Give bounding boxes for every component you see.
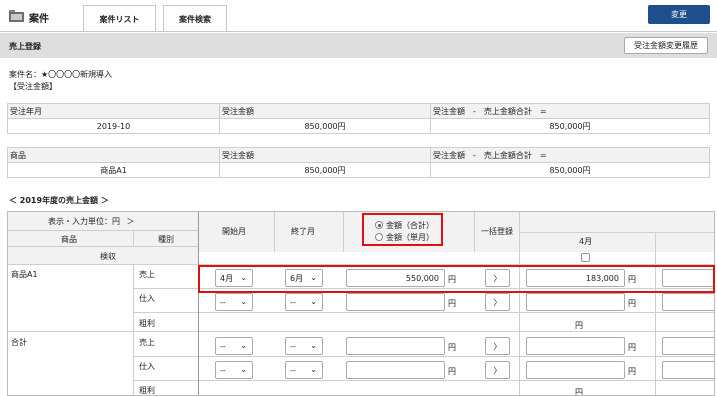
row-type: 仕入 <box>139 294 155 303</box>
bulk-register-button[interactable]: 〉 <box>485 361 510 379</box>
row-type: 粗利 <box>139 386 155 395</box>
section-title: 売上登録 <box>9 42 41 51</box>
inspection-checkbox[interactable] <box>581 253 590 262</box>
product-summary-table: 商品 受注金額 受注金額 - 売上金額合計 = 商品A1 850,000円 85… <box>7 147 710 178</box>
column-product: 商品 <box>61 235 77 244</box>
row-type: 売上 <box>139 338 155 347</box>
chevron-down-icon: ⌄ <box>310 273 317 282</box>
tab-case-search[interactable]: 案件検索 <box>163 5 227 32</box>
folder-icon <box>9 10 24 22</box>
header-order-amount: 受注金額 <box>219 147 431 163</box>
header-order-month: 受注年月 <box>7 103 220 119</box>
gross-profit-value: 円 <box>575 388 583 396</box>
column-type: 種別 <box>158 235 174 244</box>
divider <box>0 31 717 32</box>
end-month-select[interactable]: 6月 ⌄ <box>285 269 323 287</box>
chevron-down-icon: ⌄ <box>240 297 247 306</box>
row-type: 売上 <box>139 270 155 279</box>
yen-unit: 円 <box>628 299 636 308</box>
tab-case-list[interactable]: 案件リスト <box>83 5 156 32</box>
group-name: 商品A1 <box>11 270 38 279</box>
bulk-register-button[interactable]: 〉 <box>485 293 510 311</box>
header-remaining: 受注金額 - 売上金額合計 = <box>430 103 710 119</box>
product-name-value: 商品A1 <box>7 162 220 178</box>
order-history-button[interactable]: 受注金額変更履歴 <box>624 37 708 54</box>
column-bulk-register: 一括登録 <box>481 227 513 236</box>
product-amount-value: 850,000円 <box>219 162 431 178</box>
yen-unit: 円 <box>628 367 636 376</box>
radio-total[interactable] <box>375 221 383 229</box>
yen-unit: 円 <box>448 343 456 352</box>
order-summary-table: 受注年月 受注金額 受注金額 - 売上金額合計 = 2019-10 850,00… <box>7 103 710 134</box>
product-remaining-value: 850,000円 <box>430 162 710 178</box>
year-navigation: ＜ 2019年度の売上金額 ＞ <box>9 195 109 206</box>
month-amount-input[interactable] <box>526 361 625 379</box>
bulk-register-button[interactable]: 〉 <box>485 337 510 355</box>
bulk-register-button[interactable]: 〉 <box>485 269 510 287</box>
order-month-value: 2019-10 <box>7 118 220 134</box>
column-end-month: 終了月 <box>291 227 315 236</box>
row-type: 粗利 <box>139 319 155 328</box>
order-amount-label: 【受注金額】 <box>9 82 57 91</box>
amount-input[interactable] <box>346 337 445 355</box>
radio-total-label: 金額（合計） <box>386 221 434 230</box>
section-header: 売上登録 受注金額変更履歴 <box>0 33 717 58</box>
group-name: 合計 <box>11 338 27 347</box>
next-year-button[interactable]: ＞ <box>101 196 109 205</box>
amount-input[interactable]: 550,000 <box>346 269 445 287</box>
chevron-down-icon: ⌄ <box>310 341 317 350</box>
amount-input[interactable] <box>346 293 445 311</box>
end-month-select[interactable]: -- ⌄ <box>285 337 323 355</box>
yen-unit: 円 <box>628 275 636 284</box>
chevron-down-icon: ⌄ <box>240 341 247 350</box>
header-remaining: 受注金額 - 売上金額合計 = <box>430 147 710 163</box>
start-month-select[interactable]: -- ⌄ <box>215 293 253 311</box>
month-amount-input[interactable] <box>526 293 625 311</box>
top-bar: 案件 案件リスト 案件検索 変更 <box>0 0 717 32</box>
year-label: 2019年度の売上金額 <box>19 196 99 205</box>
order-amount-value: 850,000円 <box>219 118 431 134</box>
chevron-down-icon: ⌄ <box>310 297 317 306</box>
month-amount-input[interactable] <box>662 293 714 311</box>
sales-grid: 表示・入力単位：円 ＞ 商品 種別 検収 開始月 終了月 金額（合計） 金額（単… <box>7 211 715 396</box>
display-unit-label: 表示・入力単位：円 ＞ <box>48 217 135 226</box>
yen-unit: 円 <box>448 275 456 284</box>
chevron-down-icon: ⌄ <box>310 365 317 374</box>
gross-profit-value: 円 <box>575 321 583 330</box>
end-month-select[interactable]: -- ⌄ <box>285 293 323 311</box>
radio-monthly-label: 金額（単月） <box>386 233 434 242</box>
start-month-select[interactable]: -- ⌄ <box>215 361 253 379</box>
start-month-select[interactable]: -- ⌄ <box>215 337 253 355</box>
remaining-value: 850,000円 <box>430 118 710 134</box>
header-order-amount: 受注金額 <box>219 103 431 119</box>
display-unit-arrow[interactable]: ＞ <box>127 217 135 226</box>
app-title: 案件 <box>29 14 49 25</box>
end-month-select[interactable]: -- ⌄ <box>285 361 323 379</box>
column-start-month: 開始月 <box>222 227 246 236</box>
change-button[interactable]: 変更 <box>648 5 710 24</box>
amount-input[interactable] <box>346 361 445 379</box>
yen-unit: 円 <box>628 343 636 352</box>
yen-unit: 円 <box>448 299 456 308</box>
yen-unit: 円 <box>448 367 456 376</box>
row-type: 仕入 <box>139 362 155 371</box>
chevron-down-icon: ⌄ <box>240 273 247 282</box>
radio-monthly[interactable] <box>375 233 383 241</box>
month-amount-input[interactable] <box>662 269 714 287</box>
start-month-select[interactable]: 4月 ⌄ <box>215 269 253 287</box>
chevron-down-icon: ⌄ <box>240 365 247 374</box>
header-product: 商品 <box>7 147 220 163</box>
month-amount-input[interactable] <box>662 337 714 355</box>
column-month-april: 4月 <box>579 237 593 246</box>
case-name: 案件名：★〇〇〇〇新規導入 <box>9 70 113 79</box>
prev-year-button[interactable]: ＜ <box>9 196 17 205</box>
month-amount-input[interactable] <box>662 361 714 379</box>
month-amount-input[interactable] <box>526 337 625 355</box>
inspection-label: 検収 <box>100 252 116 261</box>
month-amount-input[interactable]: 183,000 <box>526 269 625 287</box>
